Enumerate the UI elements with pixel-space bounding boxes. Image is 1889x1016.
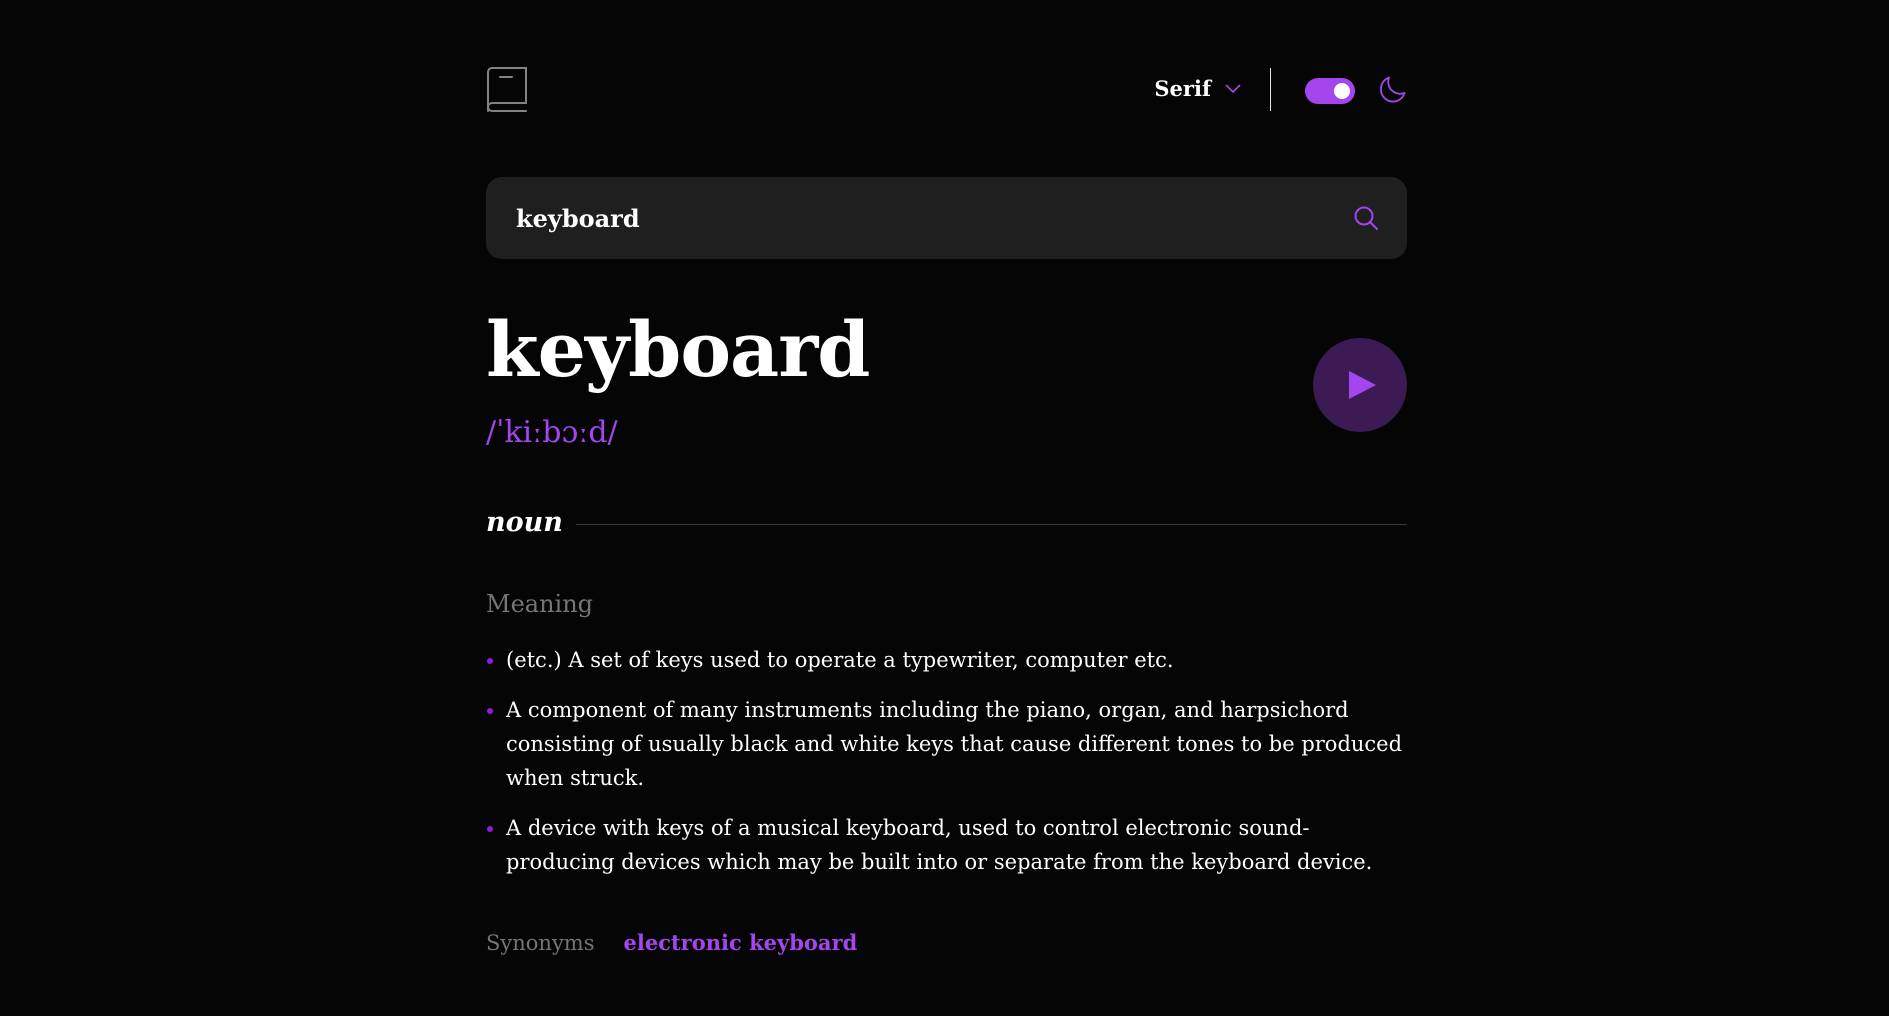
- phonetic-text: /ˈkiːbɔːd/: [486, 415, 618, 450]
- definition-text: (etc.) A set of keys used to operate a t…: [506, 648, 1174, 672]
- part-of-speech: noun: [486, 507, 563, 538]
- definitions-list: (etc.) A set of keys used to operate a t…: [486, 643, 1407, 895]
- synonyms-row: Synonyms electronic keyboard: [486, 930, 857, 955]
- play-icon: [1349, 371, 1376, 399]
- search-icon[interactable]: [1353, 205, 1379, 231]
- header-divider: [1270, 68, 1271, 111]
- header: Serif: [486, 67, 1407, 113]
- bullet: [487, 826, 493, 832]
- search-input[interactable]: [516, 177, 1336, 259]
- synonym-link[interactable]: electronic keyboard: [624, 930, 858, 955]
- part-of-speech-row: noun: [486, 507, 1407, 547]
- bullet: [487, 658, 493, 664]
- play-button[interactable]: [1313, 338, 1407, 432]
- bullet: [487, 708, 493, 714]
- book-icon[interactable]: [486, 67, 528, 113]
- meaning-heading: Meaning: [486, 590, 594, 618]
- part-of-speech-divider: [576, 524, 1407, 525]
- definition-item: A component of many instruments includin…: [486, 693, 1407, 795]
- theme-toggle[interactable]: [1305, 78, 1355, 104]
- theme-toggle-knob: [1334, 83, 1350, 99]
- search-bar: [486, 177, 1407, 259]
- word-title: keyboard: [486, 305, 870, 394]
- definition-text: A component of many instruments includin…: [506, 698, 1403, 790]
- definition-item: A device with keys of a musical keyboard…: [486, 811, 1407, 879]
- chevron-down-icon: [1225, 83, 1241, 93]
- definition-item: (etc.) A set of keys used to operate a t…: [486, 643, 1407, 677]
- moon-icon[interactable]: [1379, 75, 1407, 103]
- synonyms-label: Synonyms: [486, 931, 595, 955]
- definition-text: A device with keys of a musical keyboard…: [506, 816, 1373, 874]
- font-selector-label: Serif: [1154, 76, 1211, 101]
- font-selector[interactable]: Serif: [1154, 76, 1241, 101]
